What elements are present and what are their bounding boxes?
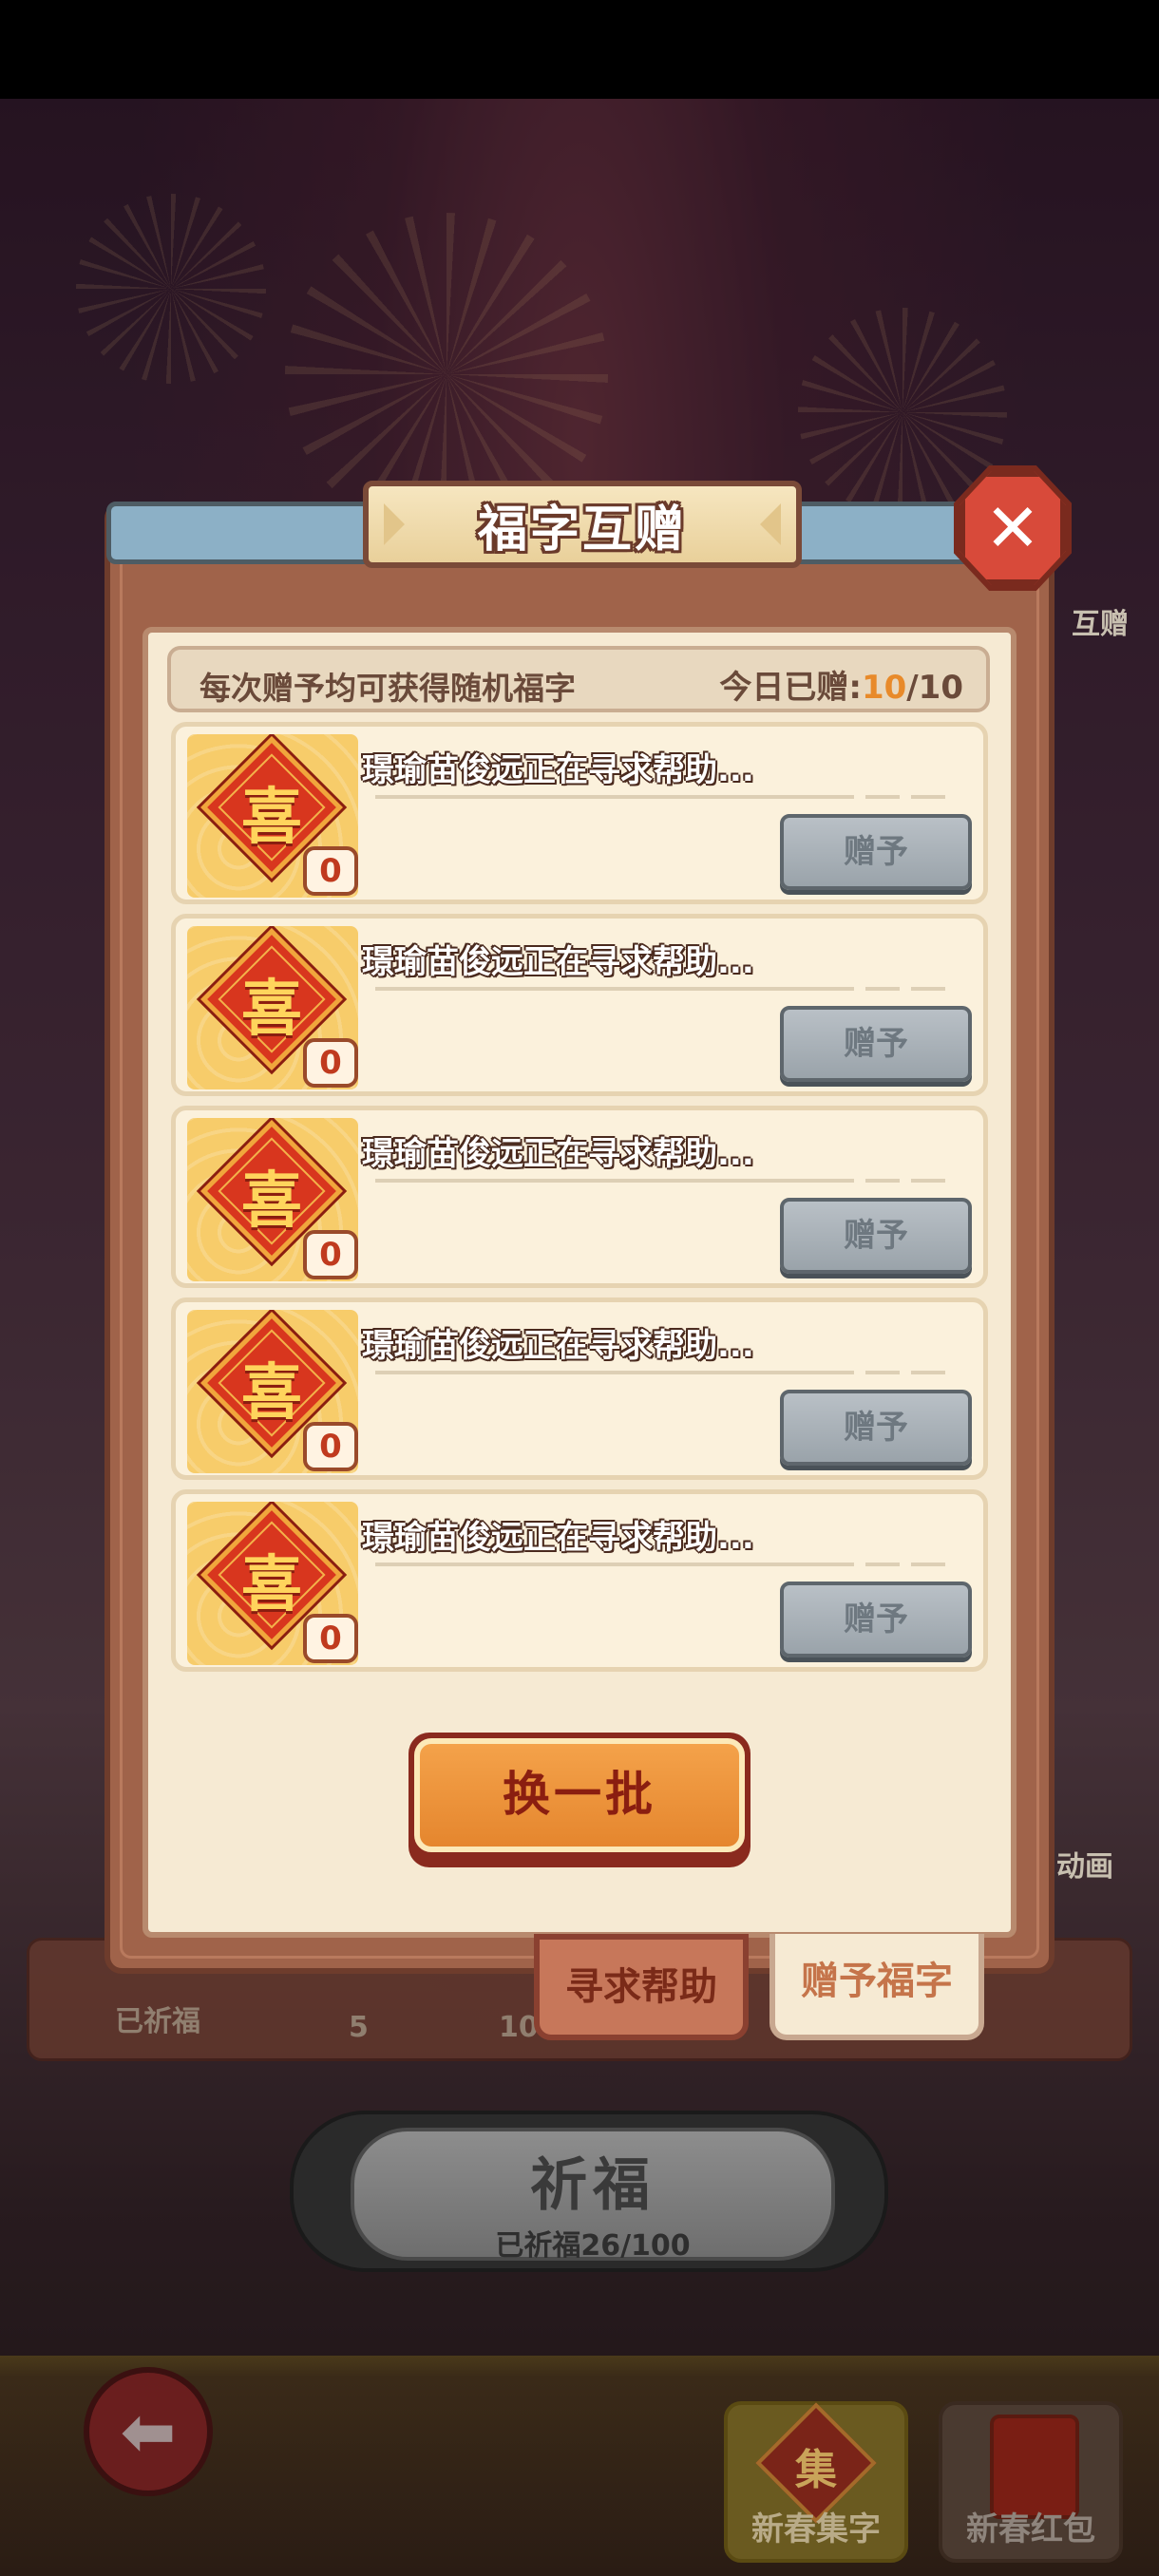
card-glyph: 喜 xyxy=(241,975,302,1045)
card-count-badge: 0 xyxy=(303,846,358,896)
dialog-title: 福字互赠 xyxy=(477,501,687,559)
firework-decoration xyxy=(76,194,266,384)
fu-card: 喜 0 xyxy=(187,1118,358,1281)
help-request-text: 璟瑜苗俊远正在寻求帮助... xyxy=(362,1327,754,1365)
card-count-badge: 0 xyxy=(303,1230,358,1279)
dialog-title-banner: 福字互赠 xyxy=(363,481,802,568)
side-label-animation[interactable]: 动画 xyxy=(1056,1843,1113,1885)
fu-card: 喜 0 xyxy=(187,926,358,1089)
help-request-text: 璟瑜苗俊远正在寻求帮助... xyxy=(362,1519,754,1557)
card-count-badge: 0 xyxy=(303,1614,358,1663)
collect-icon-char: 集 xyxy=(795,2446,837,2494)
help-request-row: 喜 0 璟瑜苗俊远正在寻求帮助... 赠予 xyxy=(171,914,988,1096)
card-count-badge: 0 xyxy=(303,1422,358,1471)
help-request-text: 璟瑜苗俊远正在寻求帮助... xyxy=(362,751,754,789)
side-label-exchange[interactable]: 互赠 xyxy=(1072,600,1129,642)
close-button[interactable]: ✕ xyxy=(960,471,1066,585)
give-button[interactable]: 赠予 xyxy=(780,1006,972,1082)
row-divider xyxy=(375,1371,945,1374)
help-request-row: 喜 0 璟瑜苗俊远正在寻求帮助... 赠予 xyxy=(171,722,988,904)
tier-label: 已祈福 xyxy=(115,2005,200,2038)
daily-gift-total: /10 xyxy=(906,669,963,707)
card-count-badge: 0 xyxy=(303,1038,358,1088)
gift-info-bar: 每次赠予均可获得随机福字 今日已赠:10/10 xyxy=(167,646,990,712)
give-button[interactable]: 赠予 xyxy=(780,1582,972,1657)
help-request-row: 喜 0 璟瑜苗俊远正在寻求帮助... 赠予 xyxy=(171,1489,988,1672)
fu-card: 喜 0 xyxy=(187,1310,358,1473)
status-bar xyxy=(0,0,1159,99)
back-arrow-icon: ⬅ xyxy=(120,2393,177,2471)
nav-collect-characters[interactable]: 集 新春集字 xyxy=(724,2401,908,2563)
tab-give-characters[interactable]: 赠予福字 xyxy=(770,1934,984,2040)
daily-gift-given: 10 xyxy=(861,669,907,707)
give-button[interactable]: 赠予 xyxy=(780,1390,972,1466)
fu-card: 喜 0 xyxy=(187,1502,358,1665)
give-button[interactable]: 赠予 xyxy=(780,814,972,890)
help-request-row: 喜 0 璟瑜苗俊远正在寻求帮助... 赠予 xyxy=(171,1297,988,1480)
tab-seek-help[interactable]: 寻求帮助 xyxy=(534,1934,749,2040)
close-icon: ✕ xyxy=(984,489,1041,567)
help-request-text: 璟瑜苗俊远正在寻求帮助... xyxy=(362,943,754,981)
daily-gift-prefix: 今日已赠: xyxy=(719,669,862,707)
fu-card: 喜 0 xyxy=(187,734,358,898)
give-button[interactable]: 赠予 xyxy=(780,1198,972,1274)
row-divider xyxy=(375,987,945,991)
tier-label: 10 xyxy=(499,2011,539,2044)
daily-gift-counter: 今日已赠:10/10 xyxy=(719,661,963,708)
refresh-batch-button[interactable]: 换一批 xyxy=(408,1733,750,1867)
bless-progress: 已祈福26/100 xyxy=(495,2229,691,2263)
card-glyph: 喜 xyxy=(241,1358,302,1429)
nav-red-envelope[interactable]: 新春红包 xyxy=(939,2401,1123,2563)
bless-button[interactable]: 祈福 已祈福26/100 xyxy=(290,2111,888,2272)
back-button[interactable]: ⬅ xyxy=(84,2367,213,2496)
card-glyph: 喜 xyxy=(241,1166,302,1237)
tier-label: 5 xyxy=(349,2011,369,2044)
card-glyph: 喜 xyxy=(241,1550,302,1620)
gift-reward-hint: 每次赠予均可获得随机福字 xyxy=(200,670,576,707)
card-glyph: 喜 xyxy=(241,783,302,853)
row-divider xyxy=(375,1179,945,1183)
help-request-row: 喜 0 璟瑜苗俊远正在寻求帮助... 赠予 xyxy=(171,1106,988,1288)
nav-label: 新春红包 xyxy=(966,2510,1095,2548)
help-request-text: 璟瑜苗俊远正在寻求帮助... xyxy=(362,1135,754,1173)
nav-label: 新春集字 xyxy=(751,2510,881,2548)
refresh-batch-label: 换一批 xyxy=(414,1738,745,1852)
bless-title: 祈福 xyxy=(530,2152,656,2219)
row-divider xyxy=(375,795,945,799)
row-divider xyxy=(375,1563,945,1566)
